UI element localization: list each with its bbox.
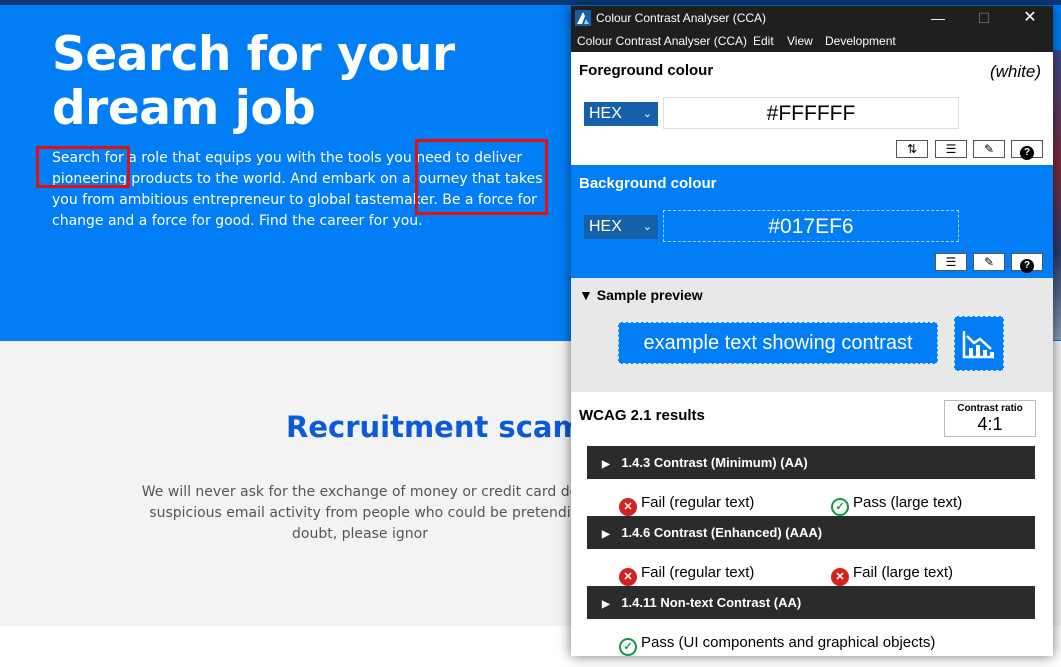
highlight-box-2 (415, 139, 548, 215)
background-picker-button[interactable]: ✎ (973, 253, 1005, 271)
fail-icon: ✕ (619, 568, 637, 586)
hero-line-4: change and a force for good. Find the ca… (52, 213, 423, 229)
result-item: ✕ Fail (regular text) (619, 494, 754, 516)
hero-title-line-1: Search for your (52, 27, 455, 82)
result-item: ✕ Fail (regular text) (619, 564, 754, 586)
criterion-label: 1.4.6 Contrast (Enhanced) (AAA) (621, 525, 823, 540)
minimize-button[interactable]: — (915, 6, 961, 31)
eyedropper-icon: ✎ (983, 142, 995, 156)
help-icon: ? (1020, 259, 1034, 273)
background-sliders-button[interactable]: ☰ (935, 253, 967, 271)
sample-preview-section: ▼ Sample preview example text showing co… (571, 278, 1053, 392)
contrast-ratio-box: Contrast ratio 4:1 (944, 400, 1036, 437)
foreground-format-select[interactable]: HEX ⌄ (584, 102, 658, 126)
help-icon: ? (1020, 146, 1034, 160)
criterion-label: 1.4.11 Non-text Contrast (AA) (621, 595, 802, 610)
criterion-1-4-11[interactable]: ▶ 1.4.11 Non-text Contrast (AA) (587, 586, 1035, 619)
sample-preview-title: Sample preview (596, 287, 703, 303)
foreground-colour-name: (white) (989, 62, 1041, 81)
background-hex-input[interactable]: #017EF6 (663, 210, 959, 242)
hero-title-line-2: dream job (52, 81, 316, 136)
window-title: Colour Contrast Analyser (CCA) (596, 11, 767, 25)
sliders-icon: ☰ (945, 142, 957, 156)
result-item: ✓ Pass (large text) (831, 494, 962, 516)
results-title: WCAG 2.1 results (579, 407, 705, 424)
foreground-picker-button[interactable]: ✎ (973, 140, 1005, 158)
background-title: Background colour (579, 175, 717, 192)
sample-preview-toggle[interactable]: ▼ Sample preview (579, 287, 703, 303)
result-text: Fail (large text) (853, 564, 954, 581)
result-item: ✕ Fail (large text) (831, 564, 953, 586)
triangle-right-icon: ▶ (602, 599, 610, 610)
triangle-right-icon: ▶ (602, 529, 610, 540)
criterion-label: 1.4.3 Contrast (Minimum) (AA) (621, 455, 808, 470)
chevron-down-icon: ⌄ (642, 108, 652, 120)
sample-text: example text showing contrast (618, 322, 938, 364)
cca-window: Colour Contrast Analyser (CCA) — ☐ ✕ Col… (571, 6, 1053, 656)
scams-line-2: suspicious email activity from people wh… (149, 505, 571, 521)
result-text: Fail (regular text) (641, 494, 755, 511)
foreground-title: Foreground colour (579, 62, 714, 79)
background-help-button[interactable]: ? (1011, 253, 1043, 273)
top-border (0, 0, 1061, 5)
title-bar[interactable]: Colour Contrast Analyser (CCA) — ☐ ✕ (571, 6, 1053, 31)
chart-icon (962, 331, 994, 359)
wcag-results-section: WCAG 2.1 results Contrast ratio 4:1 ▶ 1.… (571, 392, 1053, 656)
fail-icon: ✕ (619, 498, 637, 516)
triangle-down-icon: ▼ (579, 287, 593, 303)
criterion-1-4-6[interactable]: ▶ 1.4.6 Contrast (Enhanced) (AAA) (587, 516, 1035, 549)
foreground-help-button[interactable]: ? (1011, 140, 1043, 160)
hero-title: Search for your dream job (52, 28, 572, 136)
scams-line-1: We will never ask for the exchange of mo… (141, 484, 579, 500)
menu-app[interactable]: Colour Contrast Analyser (CCA) (577, 34, 747, 48)
swap-colours-button[interactable]: ⇅ (896, 140, 928, 158)
menu-bar: Colour Contrast Analyser (CCA) Edit View… (571, 31, 1053, 52)
result-text: Pass (large text) (853, 494, 963, 511)
scams-title: Recruitment scams (286, 410, 600, 444)
menu-view[interactable]: View (787, 34, 813, 48)
foreground-sliders-button[interactable]: ☰ (935, 140, 967, 158)
scams-line-3: doubt, please ignor (292, 526, 428, 542)
background-section: Background colour HEX ⌄ #017EF6 ☰ ✎ ? (571, 165, 1053, 278)
sample-graphic (954, 316, 1004, 371)
scams-paragraph: We will never ask for the exchange of mo… (140, 482, 580, 545)
close-button[interactable]: ✕ (1007, 6, 1053, 31)
foreground-format-value: HEX (589, 105, 622, 122)
result-item: ✓ Pass (UI components and graphical objec… (619, 634, 935, 656)
sliders-icon: ☰ (945, 255, 957, 269)
result-text: Fail (regular text) (641, 564, 755, 581)
result-text: Pass (UI components and graphical object… (641, 634, 936, 651)
fail-icon: ✕ (831, 568, 849, 586)
menu-edit[interactable]: Edit (753, 34, 774, 48)
cca-app-icon (575, 10, 591, 26)
swap-icon: ⇅ (906, 142, 918, 156)
chevron-down-icon: ⌄ (642, 221, 652, 233)
contrast-ratio-value: 4:1 (977, 414, 1003, 434)
contrast-ratio-label: Contrast ratio (957, 403, 1023, 414)
background-format-select[interactable]: HEX ⌄ (584, 215, 658, 239)
foreground-section: Foreground colour (white) HEX ⌄ #FFFFFF … (571, 52, 1053, 165)
foreground-hex-input[interactable]: #FFFFFF (663, 97, 959, 129)
maximize-button[interactable]: ☐ (961, 6, 1007, 31)
background-format-value: HEX (589, 218, 622, 235)
criterion-1-4-3[interactable]: ▶ 1.4.3 Contrast (Minimum) (AA) (587, 446, 1035, 479)
eyedropper-icon: ✎ (983, 255, 995, 269)
highlight-box-1 (36, 146, 130, 188)
triangle-right-icon: ▶ (602, 459, 610, 470)
menu-development[interactable]: Development (825, 34, 896, 48)
pass-icon: ✓ (619, 638, 637, 656)
pass-icon: ✓ (831, 498, 849, 516)
